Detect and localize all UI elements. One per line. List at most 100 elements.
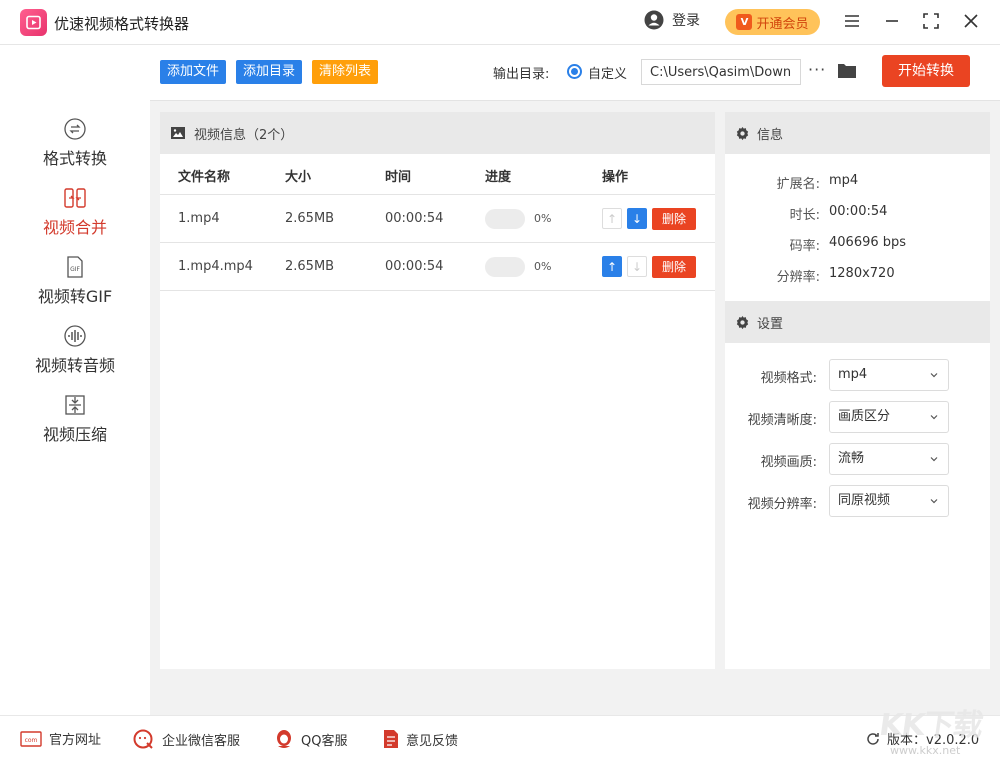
sidebar-item-label: 视频转音频 <box>34 356 115 375</box>
image-icon <box>171 127 185 139</box>
browse-more-button[interactable]: ··· <box>808 60 826 79</box>
website-icon: com <box>20 730 42 747</box>
video-format-select[interactable]: mp4 <box>829 359 949 391</box>
custom-dir-radio[interactable] <box>567 64 582 79</box>
add-directory-button[interactable]: 添加目录 <box>236 60 303 84</box>
settings-header: 设置 <box>725 301 990 343</box>
sidebar-item-label: 视频压缩 <box>42 425 107 444</box>
custom-dir-label: 自定义 <box>588 67 628 82</box>
column-header-actions: 操作 <box>602 170 629 185</box>
info-settings-panel: 信息 扩展名: mp4 时长: 00:00:54 码率: 406696 bps … <box>725 112 990 669</box>
app-logo-icon <box>20 9 47 36</box>
output-dir-label: 输出目录: <box>493 67 550 82</box>
info-title: 信息 <box>757 127 784 143</box>
row-filename: 1.mp4.mp4 <box>178 259 253 274</box>
feedback-link[interactable]: 意见反馈 <box>383 729 458 749</box>
delete-button[interactable]: 删除 <box>652 256 696 278</box>
video-quality-select[interactable]: 流畅 <box>829 443 949 475</box>
sidebar-item-format-convert[interactable]: 格式转换 <box>0 117 150 169</box>
watermark-logo: KK下载 <box>877 708 985 743</box>
vip-badge-icon: V <box>736 14 753 30</box>
swap-circle-icon <box>64 118 86 140</box>
watermark-url: www.kkx.net <box>890 744 961 757</box>
menu-icon[interactable] <box>843 12 863 32</box>
video-panel-title: 视频信息（2个） <box>194 127 294 143</box>
footer-link-label: 企业微信客服 <box>162 733 241 749</box>
vip-button[interactable]: V 开通会员 <box>725 9 820 35</box>
sidebar-item-label: 视频合并 <box>42 218 107 237</box>
footer-link-label: 官方网址 <box>49 733 102 748</box>
video-resolution-select[interactable]: 同原视频 <box>829 485 949 517</box>
minimize-icon[interactable] <box>883 12 903 32</box>
login-button[interactable]: 登录 <box>644 10 700 30</box>
row-progress-bar <box>485 209 525 229</box>
add-file-button[interactable]: 添加文件 <box>160 60 227 84</box>
folder-icon[interactable] <box>837 62 857 79</box>
row-progress-text: 0% <box>534 212 552 225</box>
row-size: 2.65MB <box>285 259 335 274</box>
footer-link-label: 意见反馈 <box>406 733 459 749</box>
table-row[interactable]: 1.mp4.mp4 2.65MB 00:00:54 0% ↑ ↓ 删除 <box>160 243 715 291</box>
sidebar-item-label: 格式转换 <box>42 149 107 168</box>
move-down-icon[interactable]: ↓ <box>627 208 647 229</box>
move-up-icon[interactable]: ↑ <box>602 256 622 277</box>
row-time: 00:00:54 <box>385 211 444 226</box>
gear-icon <box>736 315 749 329</box>
start-convert-button[interactable]: 开始转换 <box>882 55 970 87</box>
wechat-service-link[interactable]: 企业微信客服 <box>133 729 240 749</box>
sidebar-item-video-to-gif[interactable]: GIF 视频转GIF <box>0 255 150 307</box>
gear-icon <box>736 126 749 140</box>
main-content: 添加文件 添加目录 清除列表 输出目录: 自定义 ··· 开始转换 视频信息（2… <box>150 45 1000 715</box>
feedback-doc-icon <box>384 730 398 748</box>
select-value: mp4 <box>838 367 868 382</box>
official-site-link[interactable]: com 官方网址 <box>20 729 101 748</box>
setting-label-quality: 视频画质: <box>760 455 817 470</box>
sidebar-item-label: 视频转GIF <box>37 287 113 306</box>
delete-button[interactable]: 删除 <box>652 208 696 230</box>
chevron-down-icon <box>930 373 938 378</box>
audio-wave-icon <box>64 325 86 347</box>
select-value: 流畅 <box>838 451 865 466</box>
row-progress-text: 0% <box>534 260 552 273</box>
column-header-filename: 文件名称 <box>178 170 231 185</box>
merge-icon <box>64 188 86 208</box>
output-path-input[interactable] <box>641 59 801 85</box>
table-row[interactable]: 1.mp4 2.65MB 00:00:54 0% ↑ ↓ 删除 <box>160 195 715 243</box>
chevron-down-icon <box>930 499 938 504</box>
move-up-icon[interactable]: ↑ <box>602 208 622 229</box>
select-value: 画质区分 <box>838 409 891 424</box>
move-down-icon[interactable]: ↓ <box>627 256 647 277</box>
info-value-ext: mp4 <box>829 173 859 188</box>
wechat-icon <box>133 729 153 749</box>
sidebar-item-video-compress[interactable]: 视频压缩 <box>0 393 150 445</box>
settings-title: 设置 <box>757 316 784 332</box>
qq-service-link[interactable]: QQ客服 <box>274 729 347 749</box>
info-value-duration: 00:00:54 <box>829 204 888 219</box>
row-size: 2.65MB <box>285 211 335 226</box>
sidebar-item-video-to-audio[interactable]: 视频转音频 <box>0 324 150 376</box>
setting-label-clarity: 视频清晰度: <box>747 413 817 428</box>
setting-label-resolution: 视频分辨率: <box>747 497 817 512</box>
gif-file-icon: GIF <box>67 256 83 278</box>
vip-label: 开通会员 <box>756 16 809 32</box>
footer-link-label: QQ客服 <box>301 733 348 749</box>
column-header-time: 时间 <box>385 170 412 185</box>
chevron-down-icon <box>930 457 938 462</box>
sidebar: 格式转换 视频合并 GIF 视频转GIF 视频转音频 视频压缩 <box>0 45 150 715</box>
app-title: 优速视频格式转换器 <box>54 15 190 33</box>
info-value-resolution: 1280x720 <box>829 266 895 281</box>
video-clarity-select[interactable]: 画质区分 <box>829 401 949 433</box>
row-filename: 1.mp4 <box>178 211 220 226</box>
footer: com 官方网址 企业微信客服 QQ客服 意见反馈 版本：v2.0.2.0 <box>0 715 1000 760</box>
column-header-size: 大小 <box>285 170 312 185</box>
column-header-progress: 进度 <box>485 170 512 185</box>
clear-list-button[interactable]: 清除列表 <box>312 60 379 84</box>
setting-label-format: 视频格式: <box>760 371 817 386</box>
chevron-down-icon <box>930 415 938 420</box>
sidebar-item-video-merge[interactable]: 视频合并 <box>0 186 150 238</box>
row-time: 00:00:54 <box>385 259 444 274</box>
row-progress-bar <box>485 257 525 277</box>
close-icon[interactable] <box>962 12 982 32</box>
maximize-icon[interactable] <box>922 12 942 32</box>
info-value-bitrate: 406696 bps <box>829 235 907 250</box>
